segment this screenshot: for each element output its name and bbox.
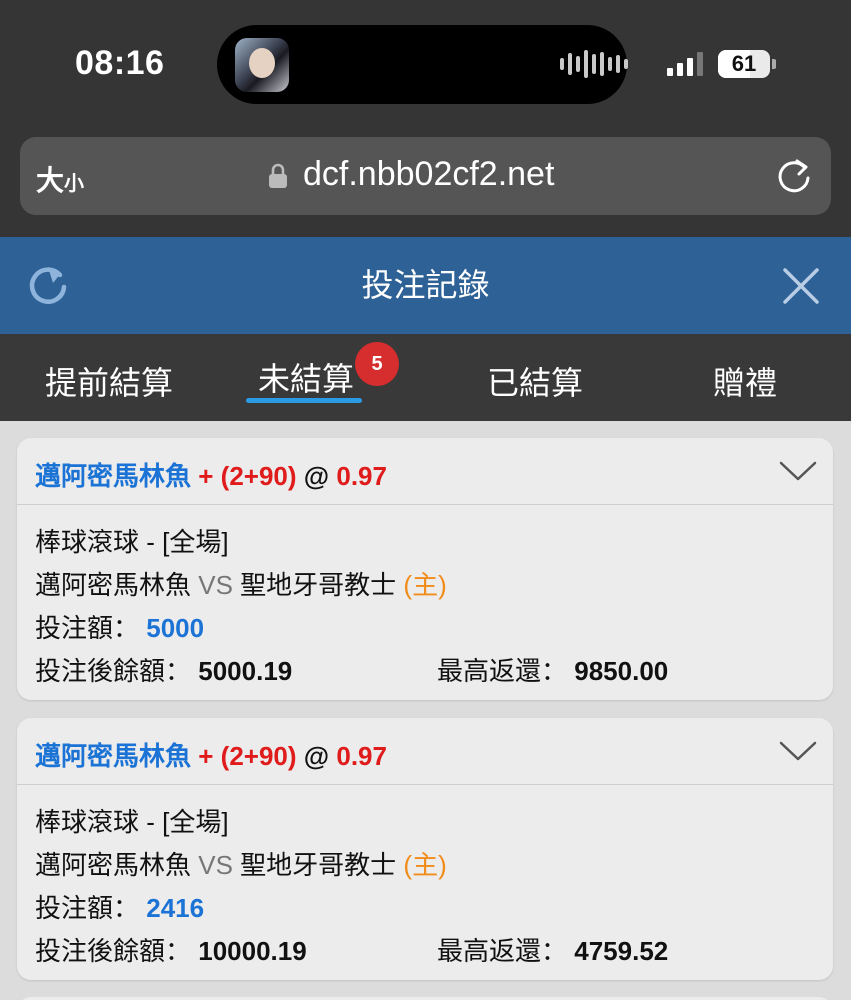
- url-text[interactable]: dcf.nbb02cf2.net: [303, 155, 554, 194]
- matchup-team-a: 邁阿密馬林魚: [35, 850, 192, 880]
- bet-matchup: 邁阿密馬林魚 VS 聖地牙哥教士 (主): [35, 845, 447, 882]
- bet-status-tabs: 提前結算 未結算 已結算 贈禮: [0, 334, 851, 421]
- bet-selection: 邁阿密馬林魚 + (2+90) @ 0.97: [35, 456, 387, 493]
- stake-amount: 2416: [146, 893, 205, 923]
- reload-icon[interactable]: [772, 154, 816, 198]
- audio-waveform-icon: [560, 49, 628, 79]
- matchup-vs: VS: [198, 850, 233, 880]
- text-size-big: 大: [36, 165, 65, 196]
- tab-early-settlement[interactable]: 提前結算: [45, 358, 173, 404]
- battery-percent: 61: [731, 51, 757, 76]
- unsettled-count-badge: 5: [355, 342, 399, 386]
- tab-unsettled[interactable]: 未結算: [258, 354, 354, 400]
- page-header: 投注記錄: [0, 237, 851, 334]
- tab-settled[interactable]: 已結算: [487, 358, 583, 404]
- max-return-label: 最高返還：: [437, 936, 568, 966]
- matchup-team-a: 邁阿密馬林魚: [35, 570, 192, 600]
- lock-icon: [269, 163, 287, 188]
- stake-label: 投注額：: [35, 613, 140, 643]
- bet-card: 邁阿密馬林魚 + (2+90) @ 0.97 棒球滾球 - [全場] 邁阿密馬林…: [17, 718, 833, 980]
- bet-balance-row: 投注後餘額： 5000.19: [35, 651, 292, 688]
- bet-handicap: + (2+90): [198, 461, 297, 491]
- stake-label: 投注額：: [35, 893, 140, 923]
- status-time: 08:16: [75, 44, 165, 82]
- page-title: 投注記錄: [361, 267, 490, 303]
- battery-icon: 61: [718, 50, 770, 78]
- text-size-button[interactable]: 大小: [36, 159, 84, 199]
- bet-card-header[interactable]: 邁阿密馬林魚 + (2+90) @ 0.97: [17, 718, 833, 785]
- close-icon[interactable]: [780, 265, 822, 307]
- home-tag: (主): [403, 850, 447, 880]
- tab-gifts[interactable]: 贈禮: [713, 358, 777, 404]
- bet-team: 邁阿密馬林魚: [35, 741, 192, 771]
- bet-at: @: [303, 461, 330, 491]
- balance-after-label: 投注後餘額：: [35, 656, 192, 686]
- bet-card-header[interactable]: 邁阿密馬林魚 + (2+90) @ 0.97: [17, 438, 833, 505]
- chevron-down-icon[interactable]: [779, 740, 817, 762]
- stake-amount: 5000: [146, 613, 205, 643]
- bet-selection: 邁阿密馬林魚 + (2+90) @ 0.97: [35, 736, 387, 773]
- matchup-vs: VS: [198, 570, 233, 600]
- status-bar: 08:16 61: [0, 0, 851, 120]
- bet-max-return-row: 最高返還： 9850.00: [437, 651, 668, 688]
- balance-after-label: 投注後餘額：: [35, 936, 192, 966]
- balance-after-amount: 5000.19: [198, 656, 293, 686]
- bet-handicap: + (2+90): [198, 741, 297, 771]
- address-bar[interactable]: 大小 dcf.nbb02cf2.net: [20, 137, 831, 215]
- chevron-down-icon[interactable]: [779, 460, 817, 482]
- max-return-label: 最高返還：: [437, 656, 568, 686]
- bet-market: 棒球滾球 - [全場]: [35, 807, 229, 837]
- active-tab-indicator: [246, 398, 362, 403]
- max-return-amount: 9850.00: [574, 656, 669, 686]
- bet-team: 邁阿密馬林魚: [35, 461, 192, 491]
- browser-toolbar: 大小 dcf.nbb02cf2.net: [0, 120, 851, 237]
- balance-after-amount: 10000.19: [198, 936, 307, 966]
- now-playing-artwork: [235, 38, 289, 92]
- bet-matchup: 邁阿密馬林魚 VS 聖地牙哥教士 (主): [35, 565, 447, 602]
- bet-balance-row: 投注後餘額： 10000.19: [35, 931, 307, 968]
- dynamic-island[interactable]: [217, 25, 628, 104]
- bet-stake-row: 投注額： 5000: [35, 608, 204, 645]
- matchup-team-b: 聖地牙哥教士: [240, 850, 397, 880]
- bet-stake-row: 投注額： 2416: [35, 888, 204, 925]
- home-tag: (主): [403, 570, 447, 600]
- cellular-signal-icon: [667, 52, 703, 76]
- bet-list: 邁阿密馬林魚 + (2+90) @ 0.97 棒球滾球 - [全場] 邁阿密馬林…: [0, 421, 851, 1000]
- bet-odds: 0.97: [336, 461, 387, 491]
- max-return-amount: 4759.52: [574, 936, 669, 966]
- text-size-small: 小: [64, 173, 85, 195]
- matchup-team-b: 聖地牙哥教士: [240, 570, 397, 600]
- bet-at: @: [303, 741, 330, 771]
- battery-tip: [772, 59, 776, 69]
- bet-odds: 0.97: [336, 741, 387, 771]
- bet-max-return-row: 最高返還： 4759.52: [437, 931, 668, 968]
- bet-market: 棒球滾球 - [全場]: [35, 527, 229, 557]
- bet-card: 邁阿密馬林魚 + (2+90) @ 0.97 棒球滾球 - [全場] 邁阿密馬林…: [17, 438, 833, 700]
